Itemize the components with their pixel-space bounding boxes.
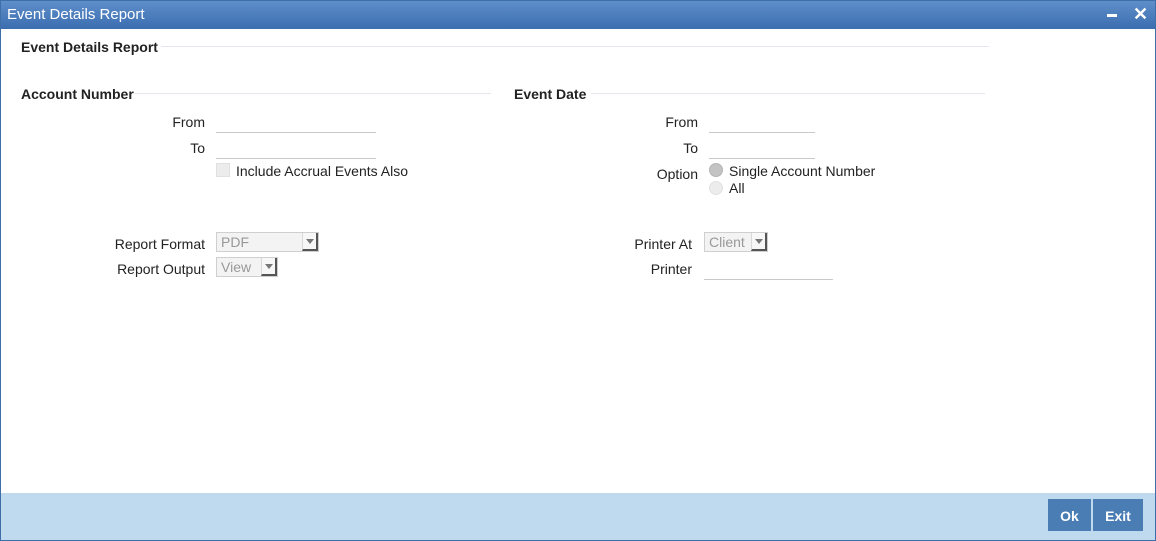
- include-accrual-label: Include Accrual Events Also: [236, 163, 408, 179]
- single-account-label: Single Account Number: [729, 163, 876, 179]
- account-section-title: Account Number: [21, 86, 134, 102]
- divider: [161, 46, 989, 47]
- printer-at-label: Printer At: [634, 236, 692, 252]
- ok-button[interactable]: Ok: [1048, 499, 1091, 531]
- printer-at-value: Client: [709, 234, 745, 250]
- printer-label: Printer: [650, 261, 692, 277]
- account-from-input[interactable]: [216, 116, 376, 133]
- report-format-select[interactable]: PDF: [216, 232, 319, 252]
- event-date-to-label: To: [683, 140, 698, 156]
- option-label: Option: [656, 166, 698, 182]
- title-bar[interactable]: Event Details Report ✕: [1, 1, 1155, 29]
- chevron-down-icon[interactable]: [302, 233, 318, 251]
- window-title: Event Details Report: [7, 6, 145, 23]
- printer-at-select[interactable]: Client: [704, 232, 768, 252]
- exit-button[interactable]: Exit: [1093, 499, 1143, 531]
- event-date-from-input[interactable]: [709, 116, 815, 133]
- account-to-label: To: [190, 140, 205, 156]
- all-label: All: [729, 180, 745, 196]
- report-output-select[interactable]: View: [216, 257, 278, 277]
- single-account-radio[interactable]: [709, 163, 723, 177]
- chevron-down-icon[interactable]: [751, 233, 767, 251]
- account-to-input[interactable]: [216, 142, 376, 159]
- all-radio[interactable]: [709, 181, 723, 195]
- chevron-down-icon[interactable]: [261, 258, 277, 276]
- event-date-section-title: Event Date: [514, 86, 587, 102]
- divider: [135, 93, 491, 94]
- report-output-value: View: [221, 259, 252, 275]
- close-icon[interactable]: ✕: [1133, 3, 1148, 25]
- report-format-value: PDF: [221, 234, 249, 250]
- minimize-icon[interactable]: [1105, 6, 1119, 20]
- footer-bar: Ok Exit: [1, 493, 1155, 540]
- form-title: Event Details Report: [21, 39, 158, 55]
- event-date-from-label: From: [665, 114, 698, 130]
- include-accrual-checkbox[interactable]: [216, 163, 230, 177]
- report-window: Event Details Report ✕ Event Details Rep…: [0, 0, 1156, 541]
- printer-input[interactable]: [704, 263, 833, 280]
- divider: [591, 93, 985, 94]
- event-date-to-input[interactable]: [709, 142, 815, 159]
- report-format-label: Report Format: [114, 236, 205, 252]
- report-output-label: Report Output: [117, 261, 205, 277]
- account-from-label: From: [172, 114, 205, 130]
